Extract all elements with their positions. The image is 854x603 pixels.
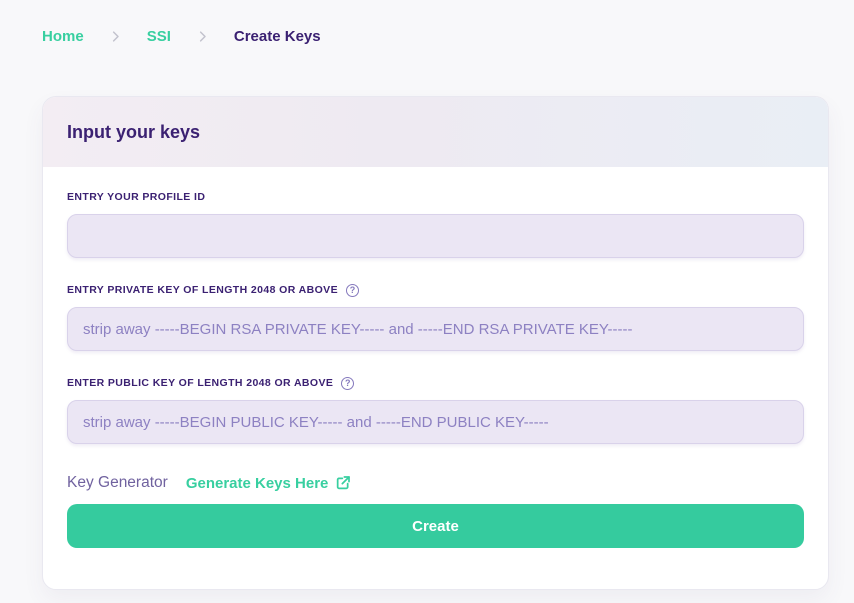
generate-keys-link[interactable]: Generate Keys Here — [186, 475, 352, 492]
create-button[interactable]: Create — [67, 504, 804, 548]
help-icon[interactable]: ? — [341, 377, 354, 390]
breadcrumb-item-current: Create Keys — [234, 28, 321, 45]
card-header: Input your keys — [43, 97, 828, 167]
private-key-input[interactable] — [67, 307, 804, 351]
card-body: ENTRY YOUR PROFILE ID ENTRY PRIVATE KEY … — [43, 167, 828, 589]
create-keys-card: Input your keys ENTRY YOUR PROFILE ID EN… — [42, 96, 829, 590]
breadcrumb-item-home[interactable]: Home — [42, 28, 84, 45]
profile-id-label-row: ENTRY YOUR PROFILE ID — [67, 191, 804, 204]
generate-keys-link-label: Generate Keys Here — [186, 475, 329, 492]
private-key-field-group: ENTRY PRIVATE KEY OF LENGTH 2048 OR ABOV… — [67, 284, 804, 351]
public-key-input[interactable] — [67, 400, 804, 444]
key-generator-label: Key Generator — [67, 474, 168, 492]
private-key-label-row: ENTRY PRIVATE KEY OF LENGTH 2048 OR ABOV… — [67, 284, 804, 297]
chevron-right-icon — [108, 29, 123, 44]
public-key-label: ENTER PUBLIC KEY OF LENGTH 2048 OR ABOVE — [67, 377, 333, 390]
card-title: Input your keys — [67, 122, 200, 143]
page: Home SSI Create Keys Input your keys ENT… — [0, 0, 854, 590]
profile-id-field-group: ENTRY YOUR PROFILE ID — [67, 191, 804, 258]
breadcrumb-item-ssi[interactable]: SSI — [147, 28, 171, 45]
breadcrumb: Home SSI Create Keys — [42, 27, 829, 45]
public-key-field-group: ENTER PUBLIC KEY OF LENGTH 2048 OR ABOVE… — [67, 377, 804, 444]
key-generator-row: Key Generator Generate Keys Here — [67, 474, 804, 492]
private-key-label: ENTRY PRIVATE KEY OF LENGTH 2048 OR ABOV… — [67, 284, 338, 297]
chevron-right-icon — [195, 29, 210, 44]
help-icon[interactable]: ? — [346, 284, 359, 297]
external-link-icon — [335, 475, 351, 491]
public-key-label-row: ENTER PUBLIC KEY OF LENGTH 2048 OR ABOVE… — [67, 377, 804, 390]
profile-id-label: ENTRY YOUR PROFILE ID — [67, 191, 205, 204]
profile-id-input[interactable] — [67, 214, 804, 258]
